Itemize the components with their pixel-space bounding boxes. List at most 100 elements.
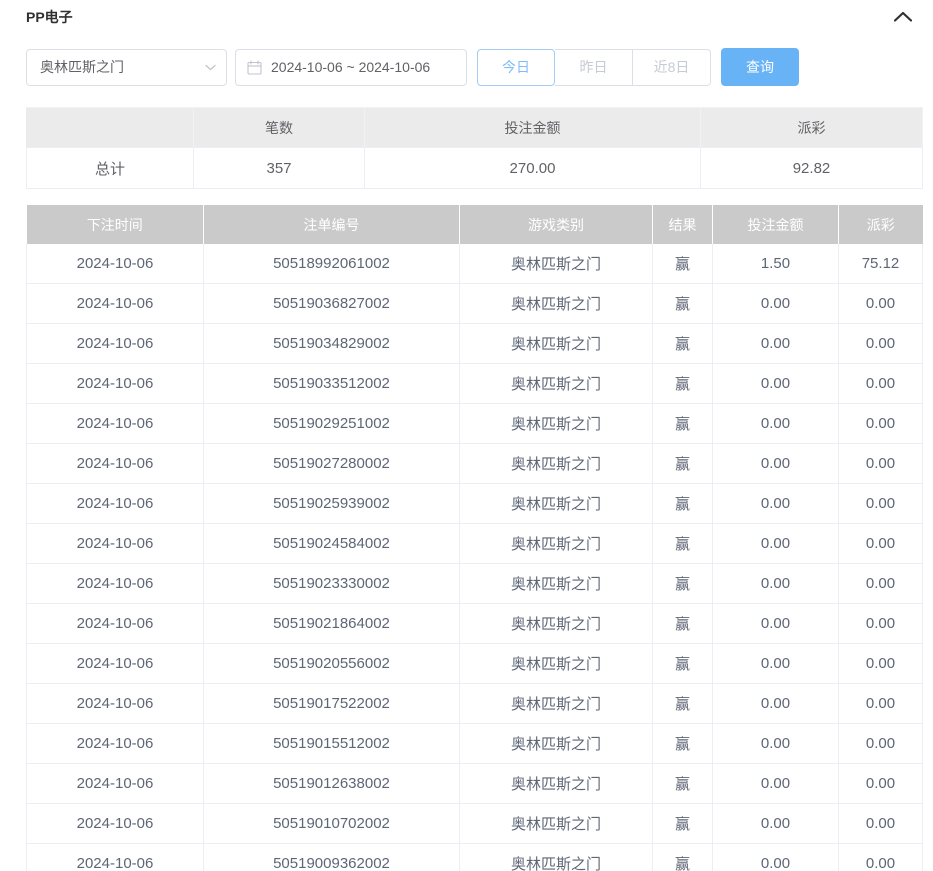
game-select-value: 奥林匹斯之门 xyxy=(40,57,204,77)
table-row: 2024-10-0650519017522002奥林匹斯之门赢0.000.00 xyxy=(27,684,923,724)
table-row: 2024-10-0650519015512002奥林匹斯之门赢0.000.00 xyxy=(27,724,923,764)
cell-payout: 0.00 xyxy=(839,764,923,804)
cell-result: 赢 xyxy=(653,524,713,564)
cell-result: 赢 xyxy=(653,804,713,844)
cell-bet-amount: 0.00 xyxy=(713,364,839,404)
cell-game-category: 奥林匹斯之门 xyxy=(460,244,653,284)
table-row: 2024-10-0650519009362002奥林匹斯之门赢0.000.00 xyxy=(27,844,923,871)
cell-bet-time: 2024-10-06 xyxy=(27,524,204,564)
cell-order-id: 50519017522002 xyxy=(204,684,460,724)
column-header-count: 笔数 xyxy=(194,108,365,148)
cell-game-category: 奥林匹斯之门 xyxy=(460,484,653,524)
cell-payout: 0.00 xyxy=(839,284,923,324)
cell-payout: 0.00 xyxy=(839,604,923,644)
table-row: 2024-10-0650519034829002奥林匹斯之门赢0.000.00 xyxy=(27,324,923,364)
cell-label: 总计 xyxy=(27,148,194,189)
cell-game-category: 奥林匹斯之门 xyxy=(460,404,653,444)
cell-game-category: 奥林匹斯之门 xyxy=(460,844,653,871)
cell-result: 赢 xyxy=(653,484,713,524)
cell-bet-amount: 0.00 xyxy=(713,324,839,364)
table-row: 2024-10-0650519021864002奥林匹斯之门赢0.000.00 xyxy=(27,604,923,644)
summary-body: 总计357270.0092.82 xyxy=(27,148,923,189)
cell-bet-amount: 0.00 xyxy=(713,564,839,604)
cell-game-category: 奥林匹斯之门 xyxy=(460,804,653,844)
cell-payout: 0.00 xyxy=(839,724,923,764)
column-header-bet-amount: 投注金额 xyxy=(713,205,839,244)
cell-bet-amount: 0.00 xyxy=(713,484,839,524)
cell-result: 赢 xyxy=(653,724,713,764)
table-row: 2024-10-0650519012638002奥林匹斯之门赢0.000.00 xyxy=(27,764,923,804)
column-header-bet-amount: 投注金额 xyxy=(365,108,701,148)
report-panel: PP电子 奥林匹斯之门 2024-10-06 ~ 2024-10-06 xyxy=(0,0,933,871)
column-header-payout: 派彩 xyxy=(839,205,923,244)
cell-result: 赢 xyxy=(653,844,713,871)
quick-range-button-2[interactable]: 近8日 xyxy=(633,49,711,86)
cell-order-id: 50519010702002 xyxy=(204,804,460,844)
query-button[interactable]: 查询 xyxy=(721,48,799,86)
cell-result: 赢 xyxy=(653,684,713,724)
cell-bet-time: 2024-10-06 xyxy=(27,364,204,404)
cell-game-category: 奥林匹斯之门 xyxy=(460,364,653,404)
chevron-down-icon xyxy=(204,61,216,73)
cell-game-category: 奥林匹斯之门 xyxy=(460,724,653,764)
cell-result: 赢 xyxy=(653,404,713,444)
table-row: 2024-10-0650519027280002奥林匹斯之门赢0.000.00 xyxy=(27,444,923,484)
cell-payout: 0.00 xyxy=(839,324,923,364)
cell-bet-amount: 0.00 xyxy=(713,524,839,564)
table-row: 2024-10-0650519024584002奥林匹斯之门赢0.000.00 xyxy=(27,524,923,564)
quick-range-button-1[interactable]: 昨日 xyxy=(555,49,633,86)
cell-order-id: 50519024584002 xyxy=(204,524,460,564)
cell-payout: 92.82 xyxy=(701,148,923,189)
column-header-payout: 派彩 xyxy=(701,108,923,148)
cell-game-category: 奥林匹斯之门 xyxy=(460,604,653,644)
summary-header-row: 笔数投注金额派彩 xyxy=(27,108,923,148)
table-row: 2024-10-0650519029251002奥林匹斯之门赢0.000.00 xyxy=(27,404,923,444)
cell-payout: 0.00 xyxy=(839,684,923,724)
cell-payout: 0.00 xyxy=(839,524,923,564)
cell-order-id: 50519015512002 xyxy=(204,724,460,764)
cell-payout: 0.00 xyxy=(839,444,923,484)
cell-order-id: 50519025939002 xyxy=(204,484,460,524)
cell-bet-amount: 0.00 xyxy=(713,644,839,684)
cell-bet-time: 2024-10-06 xyxy=(27,844,204,871)
table-row: 2024-10-0650519033512002奥林匹斯之门赢0.000.00 xyxy=(27,364,923,404)
cell-payout: 0.00 xyxy=(839,644,923,684)
cell-bet-time: 2024-10-06 xyxy=(27,684,204,724)
table-row: 2024-10-0650519020556002奥林匹斯之门赢0.000.00 xyxy=(27,644,923,684)
date-range-input[interactable]: 2024-10-06 ~ 2024-10-06 xyxy=(235,49,467,86)
table-row: 2024-10-0650518992061002奥林匹斯之门赢1.5075.12 xyxy=(27,244,923,284)
cell-order-id: 50519021864002 xyxy=(204,604,460,644)
cell-game-category: 奥林匹斯之门 xyxy=(460,444,653,484)
cell-bet-amount: 0.00 xyxy=(713,764,839,804)
cell-bet-time: 2024-10-06 xyxy=(27,244,204,284)
cell-bet-amount: 0.00 xyxy=(713,404,839,444)
cell-bet-time: 2024-10-06 xyxy=(27,764,204,804)
cell-payout: 0.00 xyxy=(839,804,923,844)
cell-game-category: 奥林匹斯之门 xyxy=(460,764,653,804)
cell-result: 赢 xyxy=(653,244,713,284)
cell-payout: 0.00 xyxy=(839,484,923,524)
cell-game-category: 奥林匹斯之门 xyxy=(460,644,653,684)
cell-bet-amount: 270.00 xyxy=(365,148,701,189)
cell-payout: 0.00 xyxy=(839,364,923,404)
cell-payout: 0.00 xyxy=(839,564,923,604)
cell-result: 赢 xyxy=(653,284,713,324)
cell-bet-time: 2024-10-06 xyxy=(27,724,204,764)
cell-order-id: 50518992061002 xyxy=(204,244,460,284)
page-title: PP电子 xyxy=(26,0,933,27)
cell-bet-time: 2024-10-06 xyxy=(27,604,204,644)
cell-bet-time: 2024-10-06 xyxy=(27,324,204,364)
bet-records-table: 下注时间注单编号游戏类别结果投注金额派彩 2024-10-06505189920… xyxy=(26,205,923,871)
cell-payout: 0.00 xyxy=(839,844,923,871)
game-select[interactable]: 奥林匹斯之门 xyxy=(26,49,227,86)
cell-order-id: 50519009362002 xyxy=(204,844,460,871)
column-header-bet-time: 下注时间 xyxy=(27,205,204,244)
cell-bet-amount: 0.00 xyxy=(713,844,839,871)
cell-bet-time: 2024-10-06 xyxy=(27,484,204,524)
cell-result: 赢 xyxy=(653,364,713,404)
quick-range-button-0[interactable]: 今日 xyxy=(477,49,555,86)
chevron-up-icon[interactable] xyxy=(890,5,916,27)
cell-bet-time: 2024-10-06 xyxy=(27,284,204,324)
cell-order-id: 50519027280002 xyxy=(204,444,460,484)
cell-order-id: 50519029251002 xyxy=(204,404,460,444)
